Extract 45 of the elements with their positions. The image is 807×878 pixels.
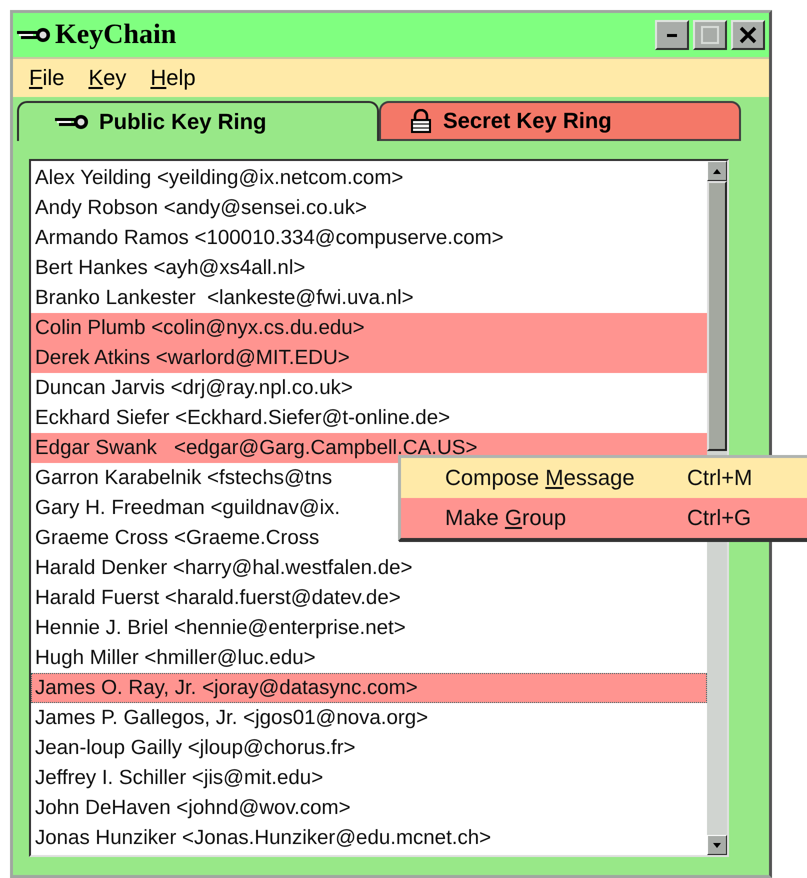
menu-label: Make Group (444, 505, 568, 531)
list-item[interactable]: Hennie J. Briel <hennie@enterprise.net> (31, 613, 707, 643)
list-item[interactable]: Armando Ramos <100010.334@compuserve.com> (31, 223, 707, 253)
list-item[interactable]: Hugh Miller <hmiller@luc.edu> (31, 643, 707, 673)
menu-item[interactable]: Help (138, 65, 208, 91)
list-item[interactable]: Harald Fuerst <harald.fuerst@datev.de> (31, 583, 707, 613)
minimize-button[interactable] (655, 20, 689, 50)
menu-item[interactable]: Key (76, 65, 138, 91)
list-item[interactable]: Jeffrey I. Schiller <jis@mit.edu> (31, 763, 707, 793)
list-item[interactable]: Jonas Hunziker <Jonas.Hunziker@edu.mcnet.ch> (31, 823, 707, 853)
tab[interactable]: Public Key Ring (17, 101, 379, 141)
list-item[interactable]: Harald Denker <harry@hal.westfalen.de> (31, 553, 707, 583)
tab-label: Public Key Ring (99, 109, 266, 135)
maximize-button[interactable] (693, 20, 727, 50)
list-item[interactable]: James P. Gallegos, Jr. <jgos01@nova.org> (31, 703, 707, 733)
scroll-down-icon[interactable] (707, 835, 727, 855)
menu-label: Compose Message (444, 465, 636, 491)
padlock-icon (409, 109, 433, 133)
list-item[interactable]: Colin Plumb <colin@nyx.cs.du.edu> (31, 313, 707, 343)
tab[interactable]: Secret Key Ring (379, 101, 741, 141)
list-item[interactable]: Alex Yeilding <yeilding@ix.netcom.com> (31, 163, 707, 193)
list-item[interactable]: Andy Robson <andy@sensei.co.uk> (31, 193, 707, 223)
list-item[interactable]: Duncan Jarvis <drj@ray.npl.co.uk> (31, 373, 707, 403)
scroll-thumb[interactable] (707, 181, 727, 451)
menu-item[interactable]: Compose Message Ctrl+M (401, 458, 807, 498)
list-item[interactable]: John DeHaven <johnd@wov.com> (31, 793, 707, 823)
list-item[interactable]: Bert Hankes <ayh@xs4all.nl> (31, 253, 707, 283)
minimize-icon (667, 34, 677, 36)
list-item[interactable]: Eckhard Siefer <Eckhard.Siefer@t-online.de> (31, 403, 707, 433)
scroll-up-icon[interactable] (707, 161, 727, 181)
key-icon (55, 114, 89, 130)
shortcut-label: Ctrl+M (687, 465, 752, 491)
menu-item[interactable]: File (17, 65, 76, 91)
maximize-icon (701, 26, 719, 44)
menu-item[interactable]: Make Group Ctrl+G (401, 498, 807, 538)
list-item[interactable]: Derek Atkins <warlord@MIT.EDU> (31, 343, 707, 373)
list-item[interactable]: James O. Ray, Jr. <joray@datasync.com> (31, 673, 707, 703)
list-item[interactable]: Jean-loup Gailly <jloup@chorus.fr> (31, 733, 707, 763)
window-title: KeyChain (55, 19, 178, 51)
close-button[interactable] (731, 20, 765, 50)
tab-label: Secret Key Ring (443, 108, 612, 134)
shortcut-label: Ctrl+G (687, 505, 752, 531)
close-icon (739, 26, 757, 44)
list-item[interactable]: Branko Lankester <lankeste@fwi.uva.nl> (31, 283, 707, 313)
key-icon (17, 27, 51, 43)
